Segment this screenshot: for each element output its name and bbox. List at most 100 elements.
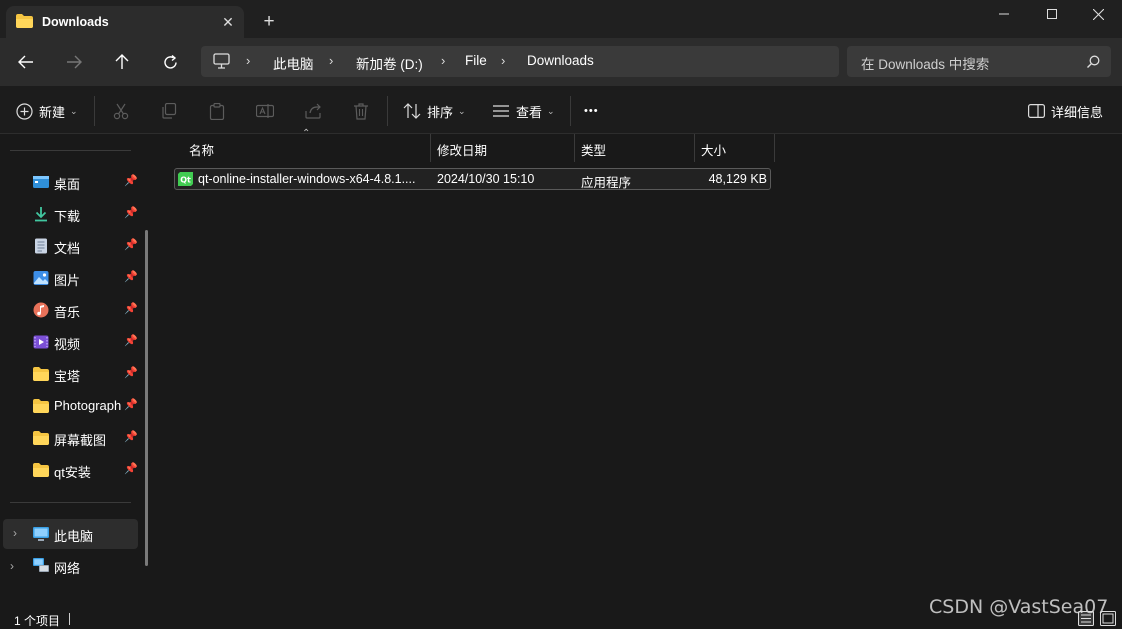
plus-circle-icon <box>16 102 33 120</box>
sidebar-item-this-pc[interactable]: › 此电脑 <box>3 519 138 549</box>
sidebar-item-videos[interactable]: 视频 📌 <box>0 328 148 356</box>
share-icon <box>304 103 321 119</box>
search-placeholder: 在 Downloads 中搜索 <box>861 57 990 72</box>
command-bar: 新建 ⌄ 排序 ⌄ 查看 ⌄ ••• 详细信息 <box>0 86 1122 134</box>
tab-downloads[interactable]: Downloads ✕ <box>6 6 244 38</box>
search-input[interactable]: 在 Downloads 中搜索 <box>847 46 1111 77</box>
column-header-name[interactable]: 名称 <box>183 134 430 162</box>
sidebar-item-desktop[interactable]: 桌面 📌 <box>0 168 148 196</box>
sidebar-item-label: 视频 <box>54 337 81 352</box>
column-separator[interactable] <box>774 134 775 162</box>
computer-icon <box>213 53 230 69</box>
sidebar-item-downloads[interactable]: 下载 📌 <box>0 200 148 228</box>
music-icon <box>33 302 49 318</box>
copy-icon <box>162 103 177 119</box>
chevron-down-icon: ⌄ <box>458 105 466 116</box>
sidebar-item-label: 此电脑 <box>54 529 94 544</box>
minimize-button[interactable] <box>980 0 1028 28</box>
column-header-type[interactable]: 类型 <box>575 134 694 162</box>
chevron-down-icon: ⌄ <box>547 105 555 116</box>
download-icon <box>35 207 47 222</box>
sidebar-item-pictures[interactable]: 图片 📌 <box>0 264 148 292</box>
view-button[interactable]: 查看 ⌄ <box>492 98 555 124</box>
pin-icon: 📌 <box>124 335 138 347</box>
pin-icon: 📌 <box>124 271 138 283</box>
column-header-modified[interactable]: 修改日期 <box>431 134 574 162</box>
maximize-icon <box>1047 9 1057 19</box>
pin-icon: 📌 <box>124 431 138 443</box>
chevron-right-icon: › <box>501 53 506 68</box>
pin-icon: 📌 <box>124 239 138 251</box>
refresh-button[interactable] <box>156 49 184 75</box>
pin-icon: 📌 <box>124 207 138 219</box>
folder-icon <box>16 14 33 28</box>
breadcrumb-downloads[interactable]: Downloads <box>527 53 594 68</box>
breadcrumb-file[interactable]: File <box>465 53 487 68</box>
desktop-icon <box>33 176 49 188</box>
sidebar-item-screenshots[interactable]: 屏幕截图 📌 <box>0 424 148 452</box>
more-options-button[interactable]: ••• <box>584 98 599 124</box>
address-bar[interactable]: › 此电脑 › 新加卷 (D:) › File › Downloads <box>201 46 839 77</box>
close-window-button[interactable] <box>1074 0 1122 28</box>
close-icon <box>1092 8 1104 20</box>
picture-icon <box>33 271 49 285</box>
separator <box>94 96 95 126</box>
svg-text:Qt: Qt <box>180 176 191 185</box>
sidebar-item-label: 宝塔 <box>54 369 81 384</box>
sidebar-scrollbar[interactable] <box>145 230 148 566</box>
item-count: 1 个项目 <box>14 614 61 628</box>
minimize-icon <box>999 13 1009 15</box>
video-icon <box>33 335 49 349</box>
cut-button[interactable] <box>110 100 132 122</box>
copy-button[interactable] <box>158 100 180 122</box>
arrow-up-icon <box>115 54 129 69</box>
new-label: 新建 <box>39 104 66 120</box>
network-icon <box>33 558 49 572</box>
column-header-label: 大小 <box>701 144 727 158</box>
details-pane-icon <box>1028 104 1045 118</box>
sidebar-item-label: 音乐 <box>54 305 81 320</box>
sidebar-item-documents[interactable]: 文档 📌 <box>0 232 148 260</box>
sidebar-item-label: 图片 <box>54 273 81 288</box>
sidebar-item-photograph[interactable]: Photograph 📌 <box>0 392 148 420</box>
sidebar-item-label: 下载 <box>54 209 81 224</box>
view-label: 查看 <box>516 104 543 120</box>
sort-button[interactable]: 排序 ⌄ <box>403 98 466 124</box>
sidebar-item-network[interactable]: › 网络 <box>0 552 148 580</box>
file-row[interactable]: Qt qt-online-installer-windows-x64-4.8.1… <box>174 168 771 190</box>
title-bar: Downloads ✕ + <box>0 0 1122 38</box>
navigation-bar: › 此电脑 › 新加卷 (D:) › File › Downloads 在 Do… <box>0 38 1122 86</box>
file-name: qt-online-installer-windows-x64-4.8.1...… <box>198 172 416 186</box>
document-icon <box>35 238 47 254</box>
separator <box>69 613 70 625</box>
tab-close-button[interactable]: ✕ <box>216 10 240 34</box>
new-button[interactable]: 新建 ⌄ <box>16 98 78 124</box>
pin-icon: 📌 <box>124 463 138 475</box>
sidebar-item-label: 桌面 <box>54 177 81 192</box>
column-header-size[interactable]: 大小 <box>695 134 774 162</box>
forward-button[interactable] <box>60 49 88 75</box>
separator <box>387 96 388 126</box>
new-tab-button[interactable]: + <box>257 10 281 34</box>
sidebar-item-baota[interactable]: 宝塔 📌 <box>0 360 148 388</box>
breadcrumb-this-pc[interactable]: 此电脑 <box>273 53 314 73</box>
this-pc-icon <box>33 527 49 541</box>
column-header-label: 类型 <box>581 144 607 158</box>
up-button[interactable] <box>108 49 136 75</box>
breadcrumb-drive-d[interactable]: 新加卷 (D:) <box>356 53 423 73</box>
details-pane-button[interactable]: 详细信息 <box>1028 98 1103 124</box>
sidebar-item-qt-install[interactable]: qt安装 📌 <box>0 456 148 484</box>
details-label: 详细信息 <box>1051 104 1104 120</box>
delete-button[interactable] <box>350 100 372 122</box>
back-button[interactable] <box>12 49 40 75</box>
column-header-label: 名称 <box>189 144 215 158</box>
share-button[interactable] <box>302 100 324 122</box>
maximize-button[interactable] <box>1028 0 1076 28</box>
watermark: CSDN @VastSea07 <box>929 596 1109 618</box>
pin-icon: 📌 <box>124 367 138 379</box>
file-type: 应用程序 <box>581 176 632 190</box>
chevron-right-icon: › <box>246 53 251 68</box>
rename-button[interactable] <box>254 100 276 122</box>
paste-button[interactable] <box>206 100 228 122</box>
sidebar-item-music[interactable]: 音乐 📌 <box>0 296 148 324</box>
